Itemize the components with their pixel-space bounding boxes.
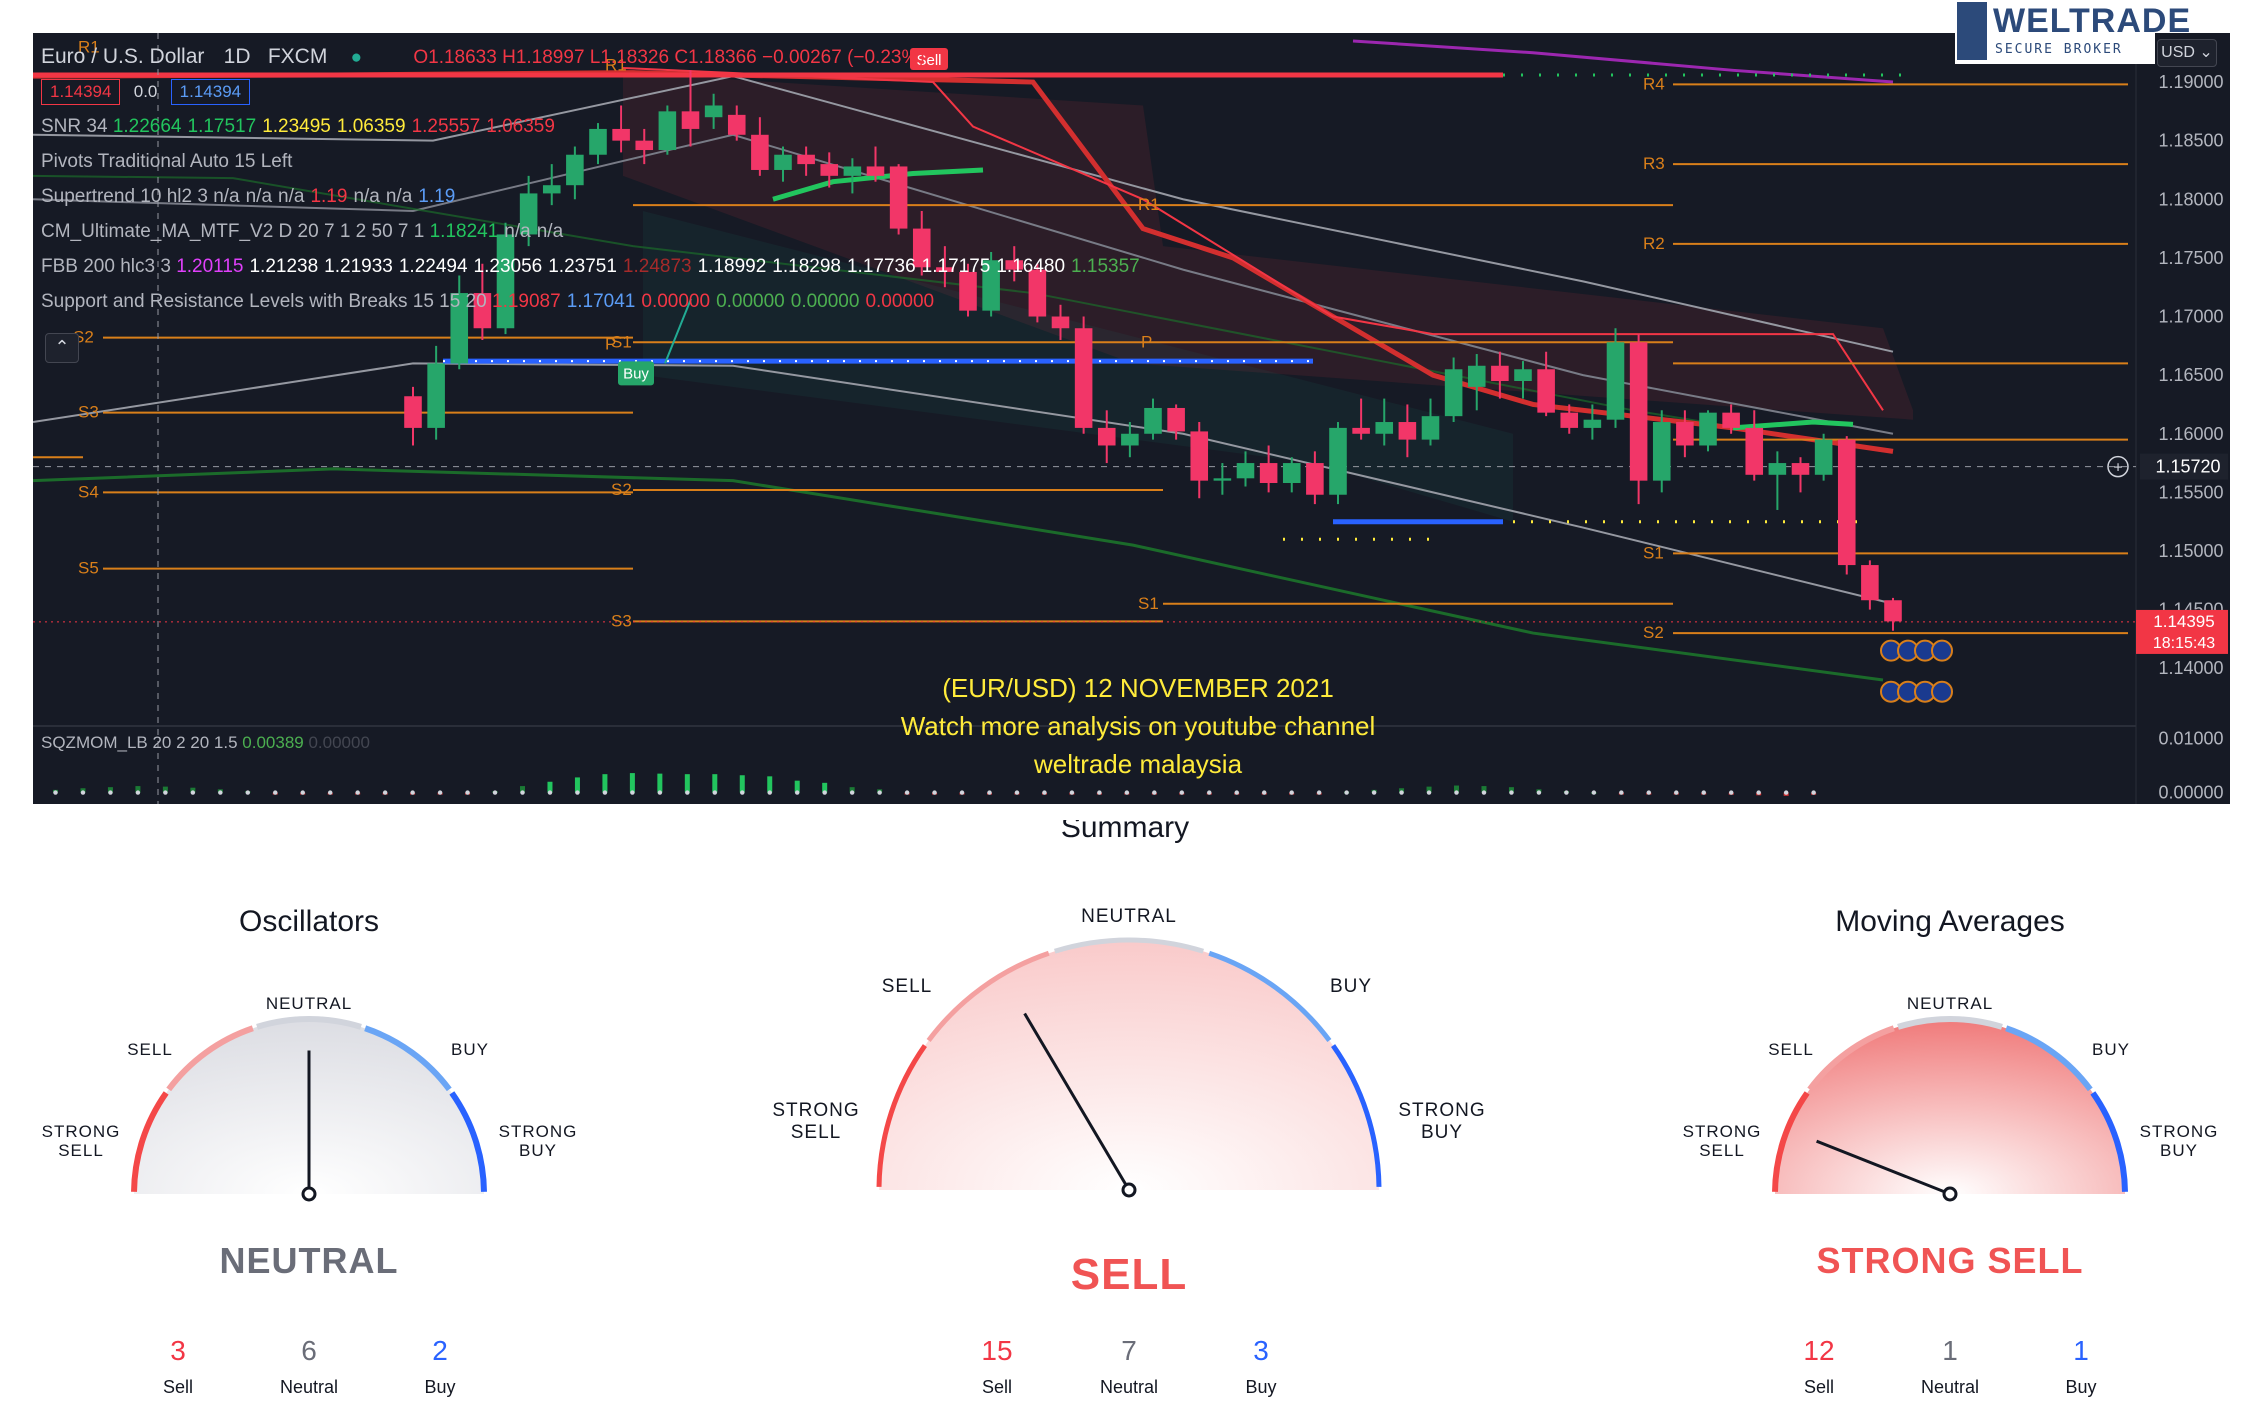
count-label: Neutral <box>1920 1377 1980 1397</box>
label-sell: SELL <box>1731 1040 1851 1059</box>
count-label: Sell <box>1803 1377 1834 1397</box>
label-strong-sell: STRONG SELL <box>1662 1122 1782 1160</box>
gauge-dial <box>1772 1016 2128 1202</box>
gauge-label-text: STRONG <box>2139 1122 2219 1141</box>
gauge-label-text: STRONG <box>1682 1122 1762 1141</box>
label-neutral: NEUTRAL <box>1890 994 2010 1013</box>
label-strong-buy: STRONG BUY <box>2119 1122 2239 1160</box>
count-sell: 12 <box>1803 1335 1835 1366</box>
gauge-label-text: BUY <box>2160 1141 2198 1160</box>
gauge-verdict: STRONG SELL <box>1816 1240 2084 1281</box>
gauge-pivot <box>1942 1186 1958 1202</box>
count-label: Buy <box>2065 1377 2097 1397</box>
gauge-label-text: NEUTRAL <box>1906 994 1994 1013</box>
count-buy: 1 <box>2073 1335 2089 1366</box>
gauge-label-text: BUY <box>2092 1040 2130 1059</box>
gauge-label-text: SELL <box>1768 1040 1814 1059</box>
gauge-label-text: SELL <box>1699 1141 1745 1160</box>
gauge-title[interactable]: Moving Averages <box>1750 905 2150 939</box>
count-neutral: 1 <box>1942 1335 1958 1366</box>
label-buy: BUY <box>2051 1040 2171 1059</box>
